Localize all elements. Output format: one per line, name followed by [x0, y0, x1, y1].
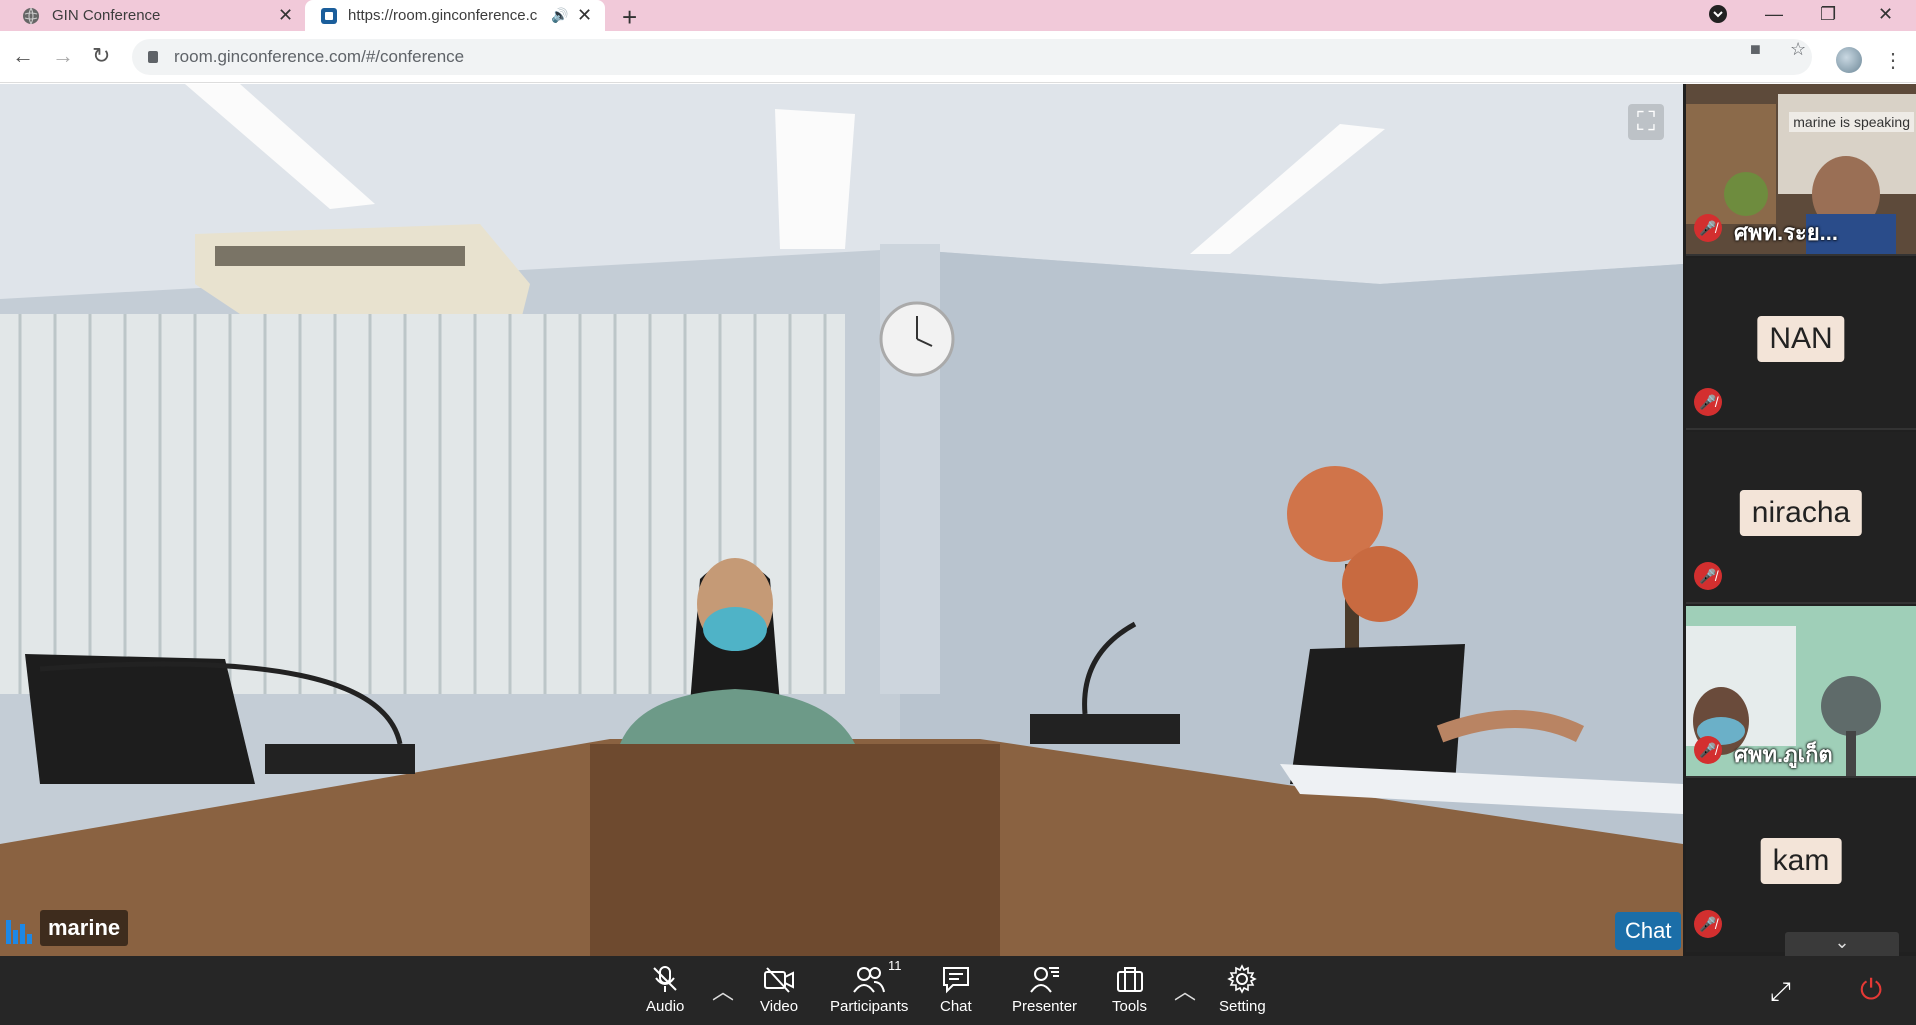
mic-muted-icon: 🎤̸: [1694, 736, 1722, 764]
forward-icon[interactable]: →: [52, 43, 74, 69]
mic-muted-icon: 🎤̸: [1694, 910, 1722, 938]
participants-button[interactable]: 11 Participants: [830, 958, 909, 1015]
tools-options-caret-icon[interactable]: ︿: [1174, 974, 1196, 1006]
participants-label: Participants: [830, 998, 909, 1015]
participant-tile[interactable]: niracha 🎤̸: [1686, 432, 1916, 604]
chat-icon: [941, 962, 971, 996]
tab-title: GIN Conference: [52, 7, 161, 24]
setting-button[interactable]: Setting: [1219, 962, 1266, 1015]
tab-gin-conference[interactable]: GIN Conference ✕: [0, 0, 300, 31]
fullscreen-icon[interactable]: ⛶: [1628, 104, 1664, 140]
mic-muted-icon: 🎤̸: [1694, 388, 1722, 416]
power-leave-icon[interactable]: ⏻: [1860, 974, 1882, 1007]
main-video-feed[interactable]: ⛶ marine Chat: [0, 84, 1683, 956]
tools-label: Tools: [1112, 998, 1148, 1015]
participants-count: 11: [888, 958, 902, 973]
conference-room-video: [0, 84, 1683, 956]
participant-name: ศพท.ภูเก็ต: [1734, 742, 1833, 767]
tab-search-icon[interactable]: [1708, 4, 1728, 29]
participants-sidebar: marine is speaking 🎤̸ ศพท.ระย... NAN 🎤̸ …: [1683, 84, 1916, 956]
browser-tab-bar: GIN Conference ✕ https://room.ginconfere…: [0, 0, 1916, 33]
participant-tile[interactable]: kam 🎤̸: [1686, 780, 1916, 952]
camera-in-use-icon[interactable]: ■: [1750, 39, 1761, 60]
audio-options-caret-icon[interactable]: ︿: [712, 974, 734, 1006]
audio-label: Audio: [646, 998, 685, 1015]
tab-title: https://room.ginconference.c: [348, 7, 538, 24]
expand-view-icon[interactable]: ⤢: [1770, 976, 1791, 1008]
presenter-label: Presenter: [1012, 998, 1078, 1015]
participant-name-card: NAN: [1757, 316, 1845, 362]
participants-icon: [852, 962, 886, 996]
participant-name-card: kam: [1760, 838, 1842, 884]
mic-off-icon: [650, 962, 680, 996]
close-tab-icon[interactable]: ✕: [577, 5, 592, 26]
bookmark-star-icon[interactable]: ☆: [1790, 39, 1806, 60]
globe-icon: [22, 7, 40, 25]
mic-muted-icon: 🎤̸: [1694, 214, 1722, 242]
toolbox-icon: [1115, 962, 1145, 996]
conference-toolbar: Audio ︿ Video 11 Participants Chat Prese…: [0, 956, 1916, 1025]
tools-button[interactable]: Tools: [1112, 962, 1147, 1015]
url-field[interactable]: room.ginconference.com/#/conference: [132, 39, 1812, 75]
reload-icon[interactable]: ↻: [92, 43, 110, 69]
gear-icon: [1227, 962, 1258, 996]
conference-favicon-icon: [320, 7, 338, 25]
scroll-down-button[interactable]: ⌄: [1785, 932, 1899, 956]
presenter-button[interactable]: Presenter: [1012, 962, 1077, 1015]
participant-tile[interactable]: NAN 🎤̸: [1686, 258, 1916, 430]
participant-tile[interactable]: marine is speaking 🎤̸ ศพท.ระย...: [1686, 84, 1916, 256]
video-label: Video: [760, 998, 799, 1015]
chat-button[interactable]: Chat: [940, 962, 972, 1015]
chat-float-button[interactable]: Chat: [1615, 912, 1682, 950]
participant-name-card: niracha: [1739, 490, 1863, 536]
audio-button[interactable]: Audio: [646, 962, 684, 1015]
profile-avatar[interactable]: [1836, 47, 1862, 73]
minimize-icon[interactable]: —: [1765, 4, 1783, 25]
mic-muted-icon: 🎤̸: [1694, 562, 1722, 590]
speaking-indicator-icon: [6, 920, 32, 944]
browser-menu-icon[interactable]: ⋮: [1883, 48, 1903, 73]
presenter-icon: [1029, 962, 1061, 996]
restore-icon[interactable]: ❐: [1820, 4, 1836, 25]
close-window-icon[interactable]: ✕: [1878, 4, 1893, 25]
setting-label: Setting: [1219, 998, 1266, 1015]
url-text: room.ginconference.com/#/conference: [174, 47, 465, 66]
participant-name: ศพท.ระย...: [1734, 220, 1838, 245]
back-icon[interactable]: ←: [12, 43, 34, 69]
speaking-status: marine is speaking: [1789, 112, 1914, 132]
lock-icon: [148, 51, 158, 63]
video-off-icon: [763, 962, 795, 996]
chat-label: Chat: [940, 998, 972, 1015]
tab-conference-room[interactable]: https://room.ginconference.c 🔊 ✕: [305, 0, 605, 31]
participant-tile[interactable]: 🎤̸ ศพท.ภูเก็ต: [1686, 606, 1916, 778]
address-bar: ← → ↻ room.ginconference.com/#/conferenc…: [0, 31, 1916, 83]
main-speaker-name: marine: [40, 910, 129, 946]
speaker-audio-icon[interactable]: 🔊: [551, 7, 568, 24]
new-tab-icon[interactable]: +: [622, 2, 637, 33]
video-button[interactable]: Video: [760, 962, 798, 1015]
close-tab-icon[interactable]: ✕: [278, 5, 293, 26]
